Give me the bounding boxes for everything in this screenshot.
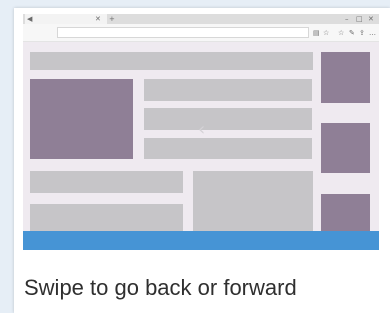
accent-bar [23,231,379,250]
placeholder-image [30,79,133,159]
caption-text: Swipe to go back or forward [24,275,297,300]
placeholder-text-block [144,79,312,101]
address-bar[interactable] [57,27,309,38]
more-icon[interactable]: … [369,29,376,37]
placeholder-header-bar [30,52,313,70]
share-icon[interactable]: ⇪ [359,29,365,37]
address-row: ▤ ☆ ☆ ✎ ⇪ … [23,24,379,42]
new-tab-icon[interactable]: + [109,15,115,23]
placeholder-text-block [30,171,183,193]
book-icon[interactable]: ▤ [313,29,320,37]
browser-tab[interactable]: ◀ ✕ [25,14,107,24]
stars-icon[interactable]: ☆ [338,29,344,37]
illustration-frame: ◀ ✕ + – □ ✕ ▤ ☆ ☆ ✎ ⇪ … ‹ Swipe to go ba… [0,0,390,313]
pen-icon[interactable]: ✎ [349,29,355,37]
placeholder-image [321,52,370,103]
minimize-icon[interactable]: – [345,15,349,23]
window-close-icon[interactable]: ✕ [368,15,374,23]
star-icon[interactable]: ☆ [323,29,329,37]
placeholder-text-block [144,138,312,159]
back-arrow-icon[interactable]: ◀ [27,15,32,23]
tab-strip: ◀ ✕ + – □ ✕ [23,14,379,24]
tab-close-icon[interactable]: ✕ [95,15,101,23]
placeholder-image [321,123,370,173]
maximize-icon[interactable]: □ [356,15,363,23]
swipe-back-arrow-icon: ‹ [198,119,206,140]
placeholder-text-block [144,108,312,130]
browser-mockup: ◀ ✕ + – □ ✕ ▤ ☆ ☆ ✎ ⇪ … ‹ [23,14,379,250]
